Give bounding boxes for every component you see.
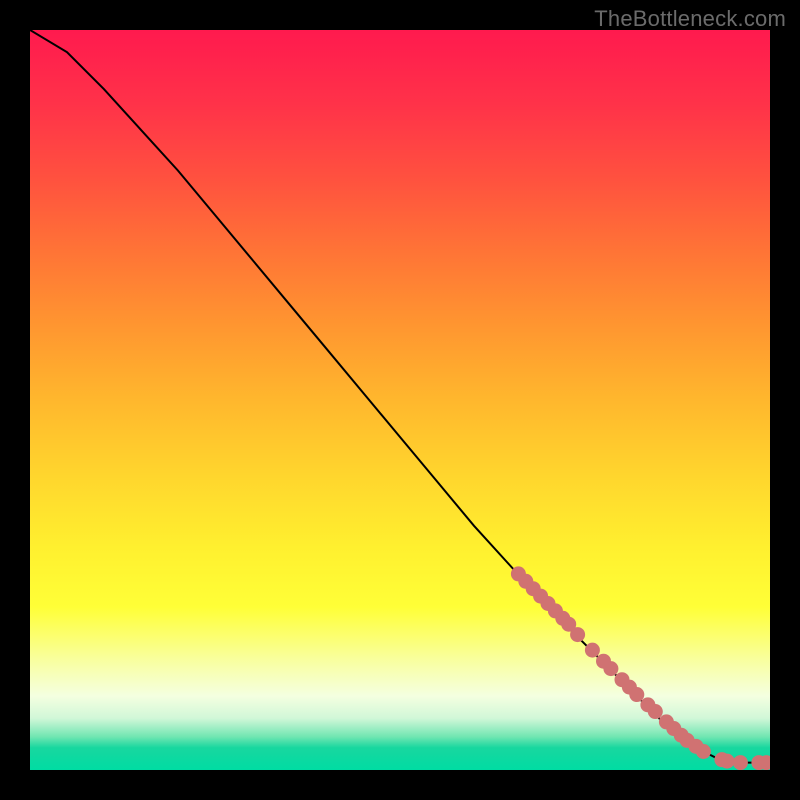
chart-svg [30, 30, 770, 770]
data-marker [603, 661, 618, 676]
data-marker [720, 754, 735, 769]
attribution-label: TheBottleneck.com [594, 6, 786, 32]
data-marker [648, 704, 663, 719]
chart-area [30, 30, 770, 770]
data-marker [696, 744, 711, 759]
data-marker [585, 643, 600, 658]
data-marker [570, 627, 585, 642]
data-marker [629, 687, 644, 702]
gradient-background [30, 30, 770, 770]
data-marker [733, 755, 748, 770]
